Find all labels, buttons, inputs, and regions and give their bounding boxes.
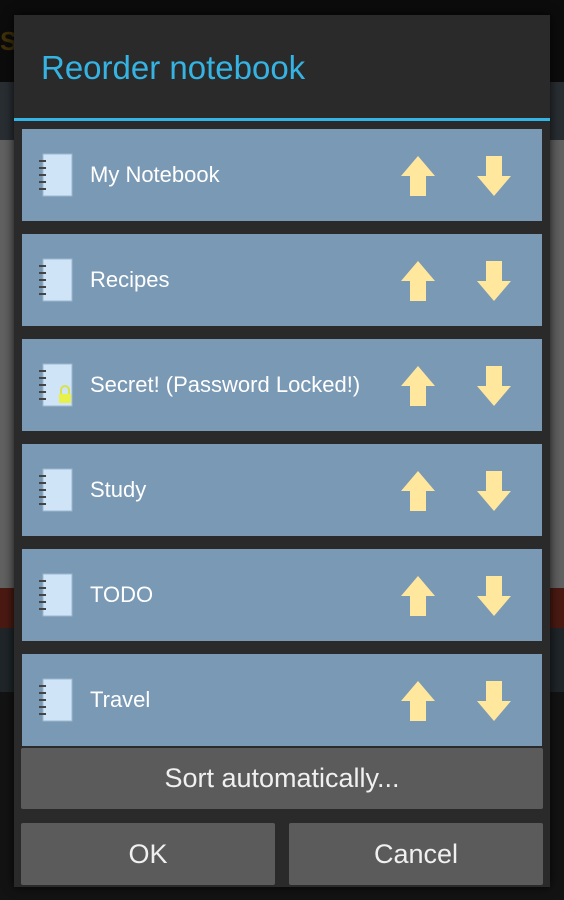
notebook-icon bbox=[39, 678, 73, 722]
notebook-row: Secret! (Password Locked!) bbox=[22, 339, 542, 431]
cancel-button[interactable]: Cancel bbox=[289, 823, 543, 885]
notebook-row: Recipes bbox=[22, 234, 542, 326]
notebook-name: Travel bbox=[90, 687, 151, 712]
notebook-icon bbox=[39, 258, 73, 302]
notebook-name: TODO bbox=[90, 582, 154, 607]
notebook-row: Travel bbox=[22, 654, 542, 746]
notebook-row: Study bbox=[22, 444, 542, 536]
move-up-icon[interactable] bbox=[400, 470, 436, 512]
move-down-icon[interactable] bbox=[476, 155, 512, 197]
locked-notebook-icon bbox=[39, 363, 73, 407]
move-down-icon[interactable] bbox=[476, 260, 512, 302]
sort-automatically-button[interactable]: Sort automatically... bbox=[21, 748, 543, 809]
reorder-notebook-dialog: Reorder notebook My Notebook Recipes Sec… bbox=[14, 15, 550, 887]
move-up-icon[interactable] bbox=[400, 155, 436, 197]
move-up-icon[interactable] bbox=[400, 680, 436, 722]
move-up-icon[interactable] bbox=[400, 365, 436, 407]
move-up-icon[interactable] bbox=[400, 575, 436, 617]
ok-button[interactable]: OK bbox=[21, 823, 275, 885]
notebook-row: My Notebook bbox=[22, 129, 542, 221]
notebook-name: Study bbox=[90, 477, 147, 502]
move-down-icon[interactable] bbox=[476, 365, 512, 407]
move-down-icon[interactable] bbox=[476, 575, 512, 617]
notebook-icon bbox=[39, 153, 73, 197]
notebook-row: TODO bbox=[22, 549, 542, 641]
notebook-list[interactable]: My Notebook Recipes Secret! (Password Lo… bbox=[14, 121, 550, 747]
notebook-name: Recipes bbox=[90, 267, 170, 292]
dialog-title: Reorder notebook bbox=[41, 49, 306, 86]
notebook-icon bbox=[39, 573, 73, 617]
notebook-name: My Notebook bbox=[90, 162, 220, 187]
move-down-icon[interactable] bbox=[476, 680, 512, 722]
notebook-icon bbox=[39, 468, 73, 512]
move-up-icon[interactable] bbox=[400, 260, 436, 302]
move-down-icon[interactable] bbox=[476, 470, 512, 512]
notebook-name: Secret! (Password Locked!) bbox=[90, 372, 361, 397]
